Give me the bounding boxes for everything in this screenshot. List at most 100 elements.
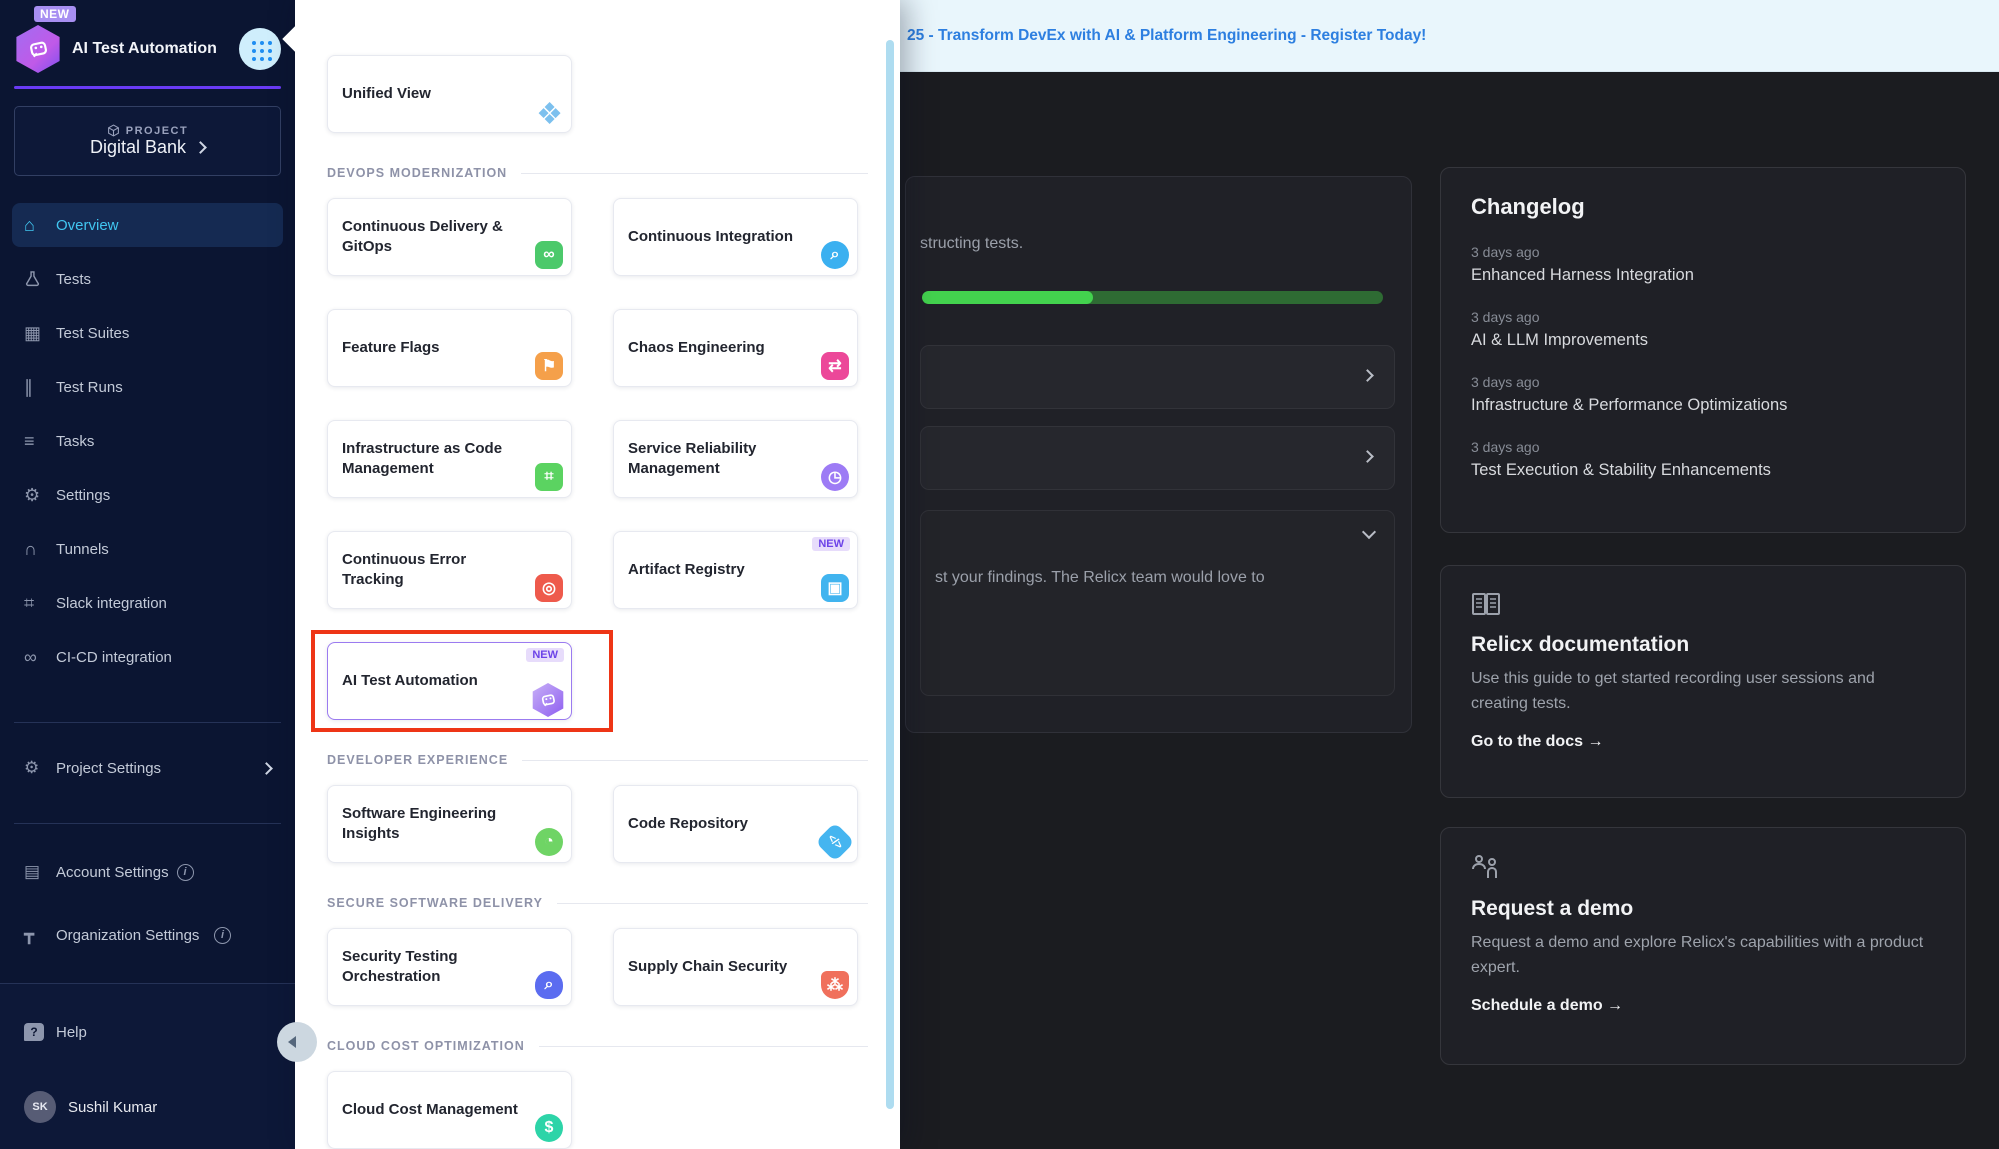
sidebar-item-label: Test Suites	[56, 325, 129, 342]
banner-link[interactable]: 25 - Transform DevEx with AI & Platform …	[907, 27, 1426, 45]
section-label: DEVOPS MODERNIZATION	[327, 166, 507, 180]
artifact-registry-icon: ▣	[821, 574, 849, 602]
app-row: NEW AI Test Automation	[327, 642, 900, 720]
changelog-entry-title: AI & LLM Improvements	[1471, 331, 1935, 350]
info-icon: i	[214, 927, 231, 944]
chevron-right-icon	[194, 141, 207, 154]
sidebar-item-settings[interactable]: ⚙ Settings	[12, 473, 283, 517]
sidebar-item-help[interactable]: ? Help	[12, 1010, 283, 1054]
app-card-software-engineering-insights[interactable]: Software Engineering Insights ◔	[327, 785, 572, 863]
changelog-card: Changelog 3 days ago Enhanced Harness In…	[1440, 167, 1966, 533]
sidebar-item-overview[interactable]: ⌂ Overview	[12, 203, 283, 247]
request-demo-card: Request a demo Request a demo and explor…	[1440, 827, 1966, 1065]
sidebar-item-label: Tests	[56, 271, 91, 288]
popover-scrollbar[interactable]	[886, 40, 894, 1109]
project-label: PROJECT	[126, 125, 188, 137]
changelog-entry: 3 days ago Test Execution & Stability En…	[1471, 439, 1935, 480]
ci-icon: ⌕	[821, 241, 849, 269]
new-badge: NEW	[812, 537, 850, 551]
onboarding-progress-bar	[922, 291, 1383, 304]
app-card-continuous-error-tracking[interactable]: Continuous Error Tracking ◎	[327, 531, 572, 609]
error-tracking-icon: ◎	[535, 574, 563, 602]
sidebar-item-account-settings[interactable]: ▤ Account Settings i	[12, 850, 283, 894]
app-card-artifact-registry[interactable]: NEW Artifact Registry ▣	[613, 531, 858, 609]
layers-icon: ▤	[24, 862, 56, 882]
user-menu[interactable]: SK Sushil Kumar	[12, 1085, 283, 1129]
app-card-iac-management[interactable]: Infrastructure as Code Management ⌗	[327, 420, 572, 498]
app-switcher-button[interactable]	[239, 28, 281, 70]
app-card-continuous-delivery[interactable]: Continuous Delivery & GitOps ∞	[327, 198, 572, 276]
app-card-continuous-integration[interactable]: Continuous Integration ⌕	[613, 198, 858, 276]
sidebar-item-tests[interactable]: Tests	[12, 257, 283, 301]
app-root: 25 - Transform DevEx with AI & Platform …	[0, 0, 1999, 1149]
app-label: Supply Chain Security	[628, 957, 821, 977]
sidebar-item-project-settings[interactable]: ⚙ Project Settings	[12, 746, 283, 790]
unified-view-icon: ❖	[536, 100, 563, 130]
sidebar-item-organization-settings[interactable]: ┳ Organization Settings i	[12, 905, 283, 965]
app-label: Chaos Engineering	[628, 338, 799, 358]
changelog-time: 3 days ago	[1471, 439, 1935, 455]
changelog-time: 3 days ago	[1471, 244, 1935, 260]
request-demo-body: Request a demo and explore Relicx's capa…	[1471, 931, 1935, 981]
onboarding-step-row-1[interactable]	[920, 345, 1395, 409]
section-devex: DEVELOPER EXPERIENCE	[327, 753, 868, 767]
sidebar-item-label: Project Settings	[56, 760, 262, 777]
sto-icon: ⌕	[535, 971, 563, 999]
go-to-docs-link[interactable]: Go to the docs →	[1471, 733, 1935, 751]
app-card-security-testing-orchestration[interactable]: Security Testing Orchestration ⌕	[327, 928, 572, 1006]
schedule-demo-link[interactable]: Schedule a demo →	[1471, 997, 1935, 1015]
app-card-supply-chain-security[interactable]: Supply Chain Security ⁂	[613, 928, 858, 1006]
app-card-chaos-engineering[interactable]: Chaos Engineering ⇄	[613, 309, 858, 387]
feature-flags-icon: ⚑	[535, 352, 563, 380]
section-line	[539, 1046, 868, 1047]
project-selector[interactable]: PROJECT Digital Bank	[14, 106, 281, 176]
sidebar-item-test-runs[interactable]: ∥ Test Runs	[12, 365, 283, 409]
sidebar-item-label: Overview	[56, 217, 119, 234]
app-label: Artifact Registry	[628, 560, 779, 580]
sidebar-item-slack-integration[interactable]: ⌗ Slack integration	[12, 581, 283, 625]
srm-icon: ◷	[821, 463, 849, 491]
app-card-ai-test-automation[interactable]: NEW AI Test Automation	[327, 642, 572, 720]
divider	[14, 823, 281, 824]
sidebar-item-label: Help	[56, 1024, 87, 1041]
user-name: Sushil Kumar	[68, 1099, 157, 1116]
changelog-time: 3 days ago	[1471, 374, 1935, 390]
onboarding-step-expanded[interactable]: st your findings. The Relicx team would …	[920, 510, 1395, 696]
app-label: Service Reliability Management	[628, 439, 843, 480]
app-card-feature-flags[interactable]: Feature Flags ⚑	[327, 309, 572, 387]
sidebar-item-label: Slack integration	[56, 595, 167, 612]
section-devops: DEVOPS MODERNIZATION	[327, 166, 868, 180]
app-row: Unified View ❖	[327, 55, 900, 133]
app-card-service-reliability[interactable]: Service Reliability Management ◷	[613, 420, 858, 498]
app-card-code-repository[interactable]: Code Repository </>	[613, 785, 858, 863]
section-line	[557, 903, 868, 904]
onboarding-step-row-2[interactable]	[920, 426, 1395, 490]
chevron-right-icon	[1361, 450, 1374, 463]
section-label: DEVELOPER EXPERIENCE	[327, 753, 508, 767]
changelog-entry-title: Enhanced Harness Integration	[1471, 266, 1935, 285]
app-card-cloud-cost-management[interactable]: Cloud Cost Management $	[327, 1071, 572, 1149]
section-secure: SECURE SOFTWARE DELIVERY	[327, 896, 868, 910]
app-row: Software Engineering Insights ◔ Code Rep…	[327, 785, 900, 863]
app-label: Security Testing Orchestration	[342, 947, 557, 988]
sidebar-item-tasks[interactable]: ≡ Tasks	[12, 419, 283, 463]
changelog-time: 3 days ago	[1471, 309, 1935, 325]
sidebar-item-test-suites[interactable]: ▦ Test Suites	[12, 311, 283, 355]
people-icon	[1471, 854, 1935, 885]
ai-test-automation-icon	[531, 683, 565, 717]
tunnel-icon: ∩	[24, 539, 56, 560]
sidebar-item-cicd-integration[interactable]: ∞ CI-CD integration	[12, 635, 283, 679]
sidebar-item-tunnels[interactable]: ∩ Tunnels	[12, 527, 283, 571]
app-label: Code Repository	[628, 814, 782, 834]
app-label: Infrastructure as Code Management	[342, 439, 557, 480]
changelog-entry: 3 days ago Infrastructure & Performance …	[1471, 374, 1935, 415]
accent-divider	[14, 86, 281, 89]
section-label: CLOUD COST OPTIMIZATION	[327, 1039, 525, 1053]
sidebar-item-label: CI-CD integration	[56, 649, 172, 666]
cube-icon	[107, 124, 120, 137]
sidebar-collapse-handle[interactable]	[277, 1022, 317, 1062]
app-card-unified-view[interactable]: Unified View ❖	[327, 55, 572, 133]
gear-icon: ⚙	[24, 758, 56, 778]
changelog-entry-title: Test Execution & Stability Enhancements	[1471, 461, 1935, 480]
changelog-entry-title: Infrastructure & Performance Optimizatio…	[1471, 396, 1935, 415]
